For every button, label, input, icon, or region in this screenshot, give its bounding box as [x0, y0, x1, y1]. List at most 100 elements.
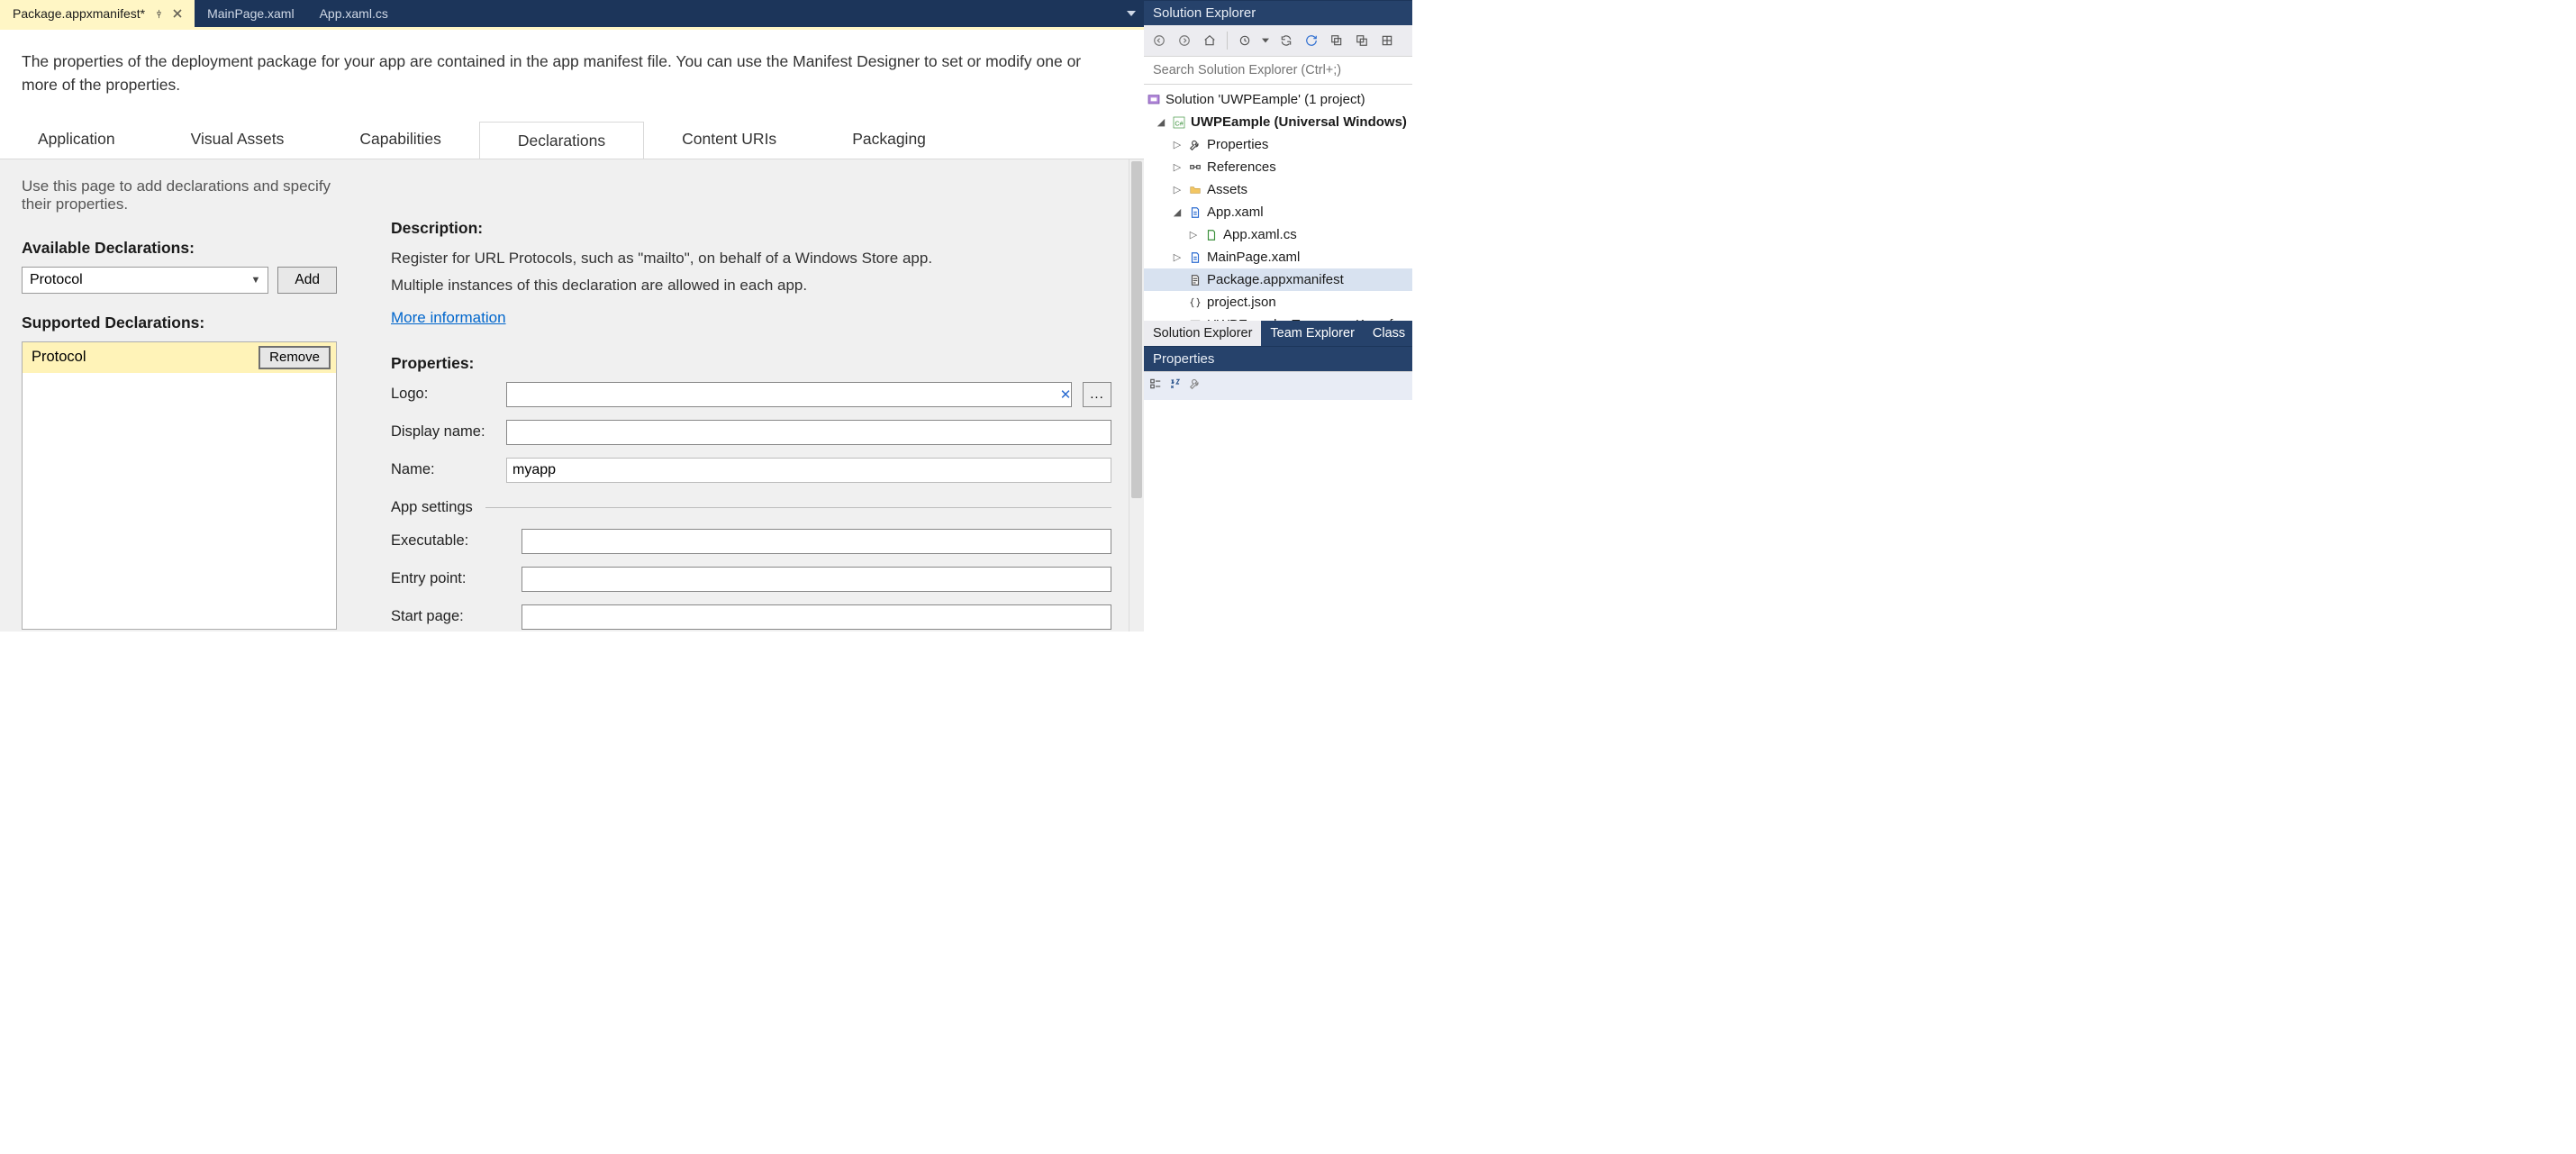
start-page-input[interactable] — [522, 604, 1111, 630]
tree-mainpage-node[interactable]: ▷ MainPage.xaml — [1144, 246, 1412, 268]
tree-project-node[interactable]: ◢ C# UWPEample (Universal Windows) — [1144, 111, 1412, 133]
tree-label: project.json — [1207, 295, 1276, 310]
browse-logo-button[interactable]: ... — [1083, 382, 1111, 407]
tab-mainpage-xaml[interactable]: MainPage.xaml — [195, 0, 307, 27]
solution-explorer-toolbar — [1144, 25, 1412, 56]
tree-label: References — [1207, 159, 1276, 175]
expand-collapse-icon[interactable]: ◢ — [1155, 116, 1167, 128]
properties-title: Properties: — [391, 354, 1111, 373]
tree-manifest-node[interactable]: Package.appxmanifest — [1144, 268, 1412, 291]
add-declaration-button[interactable]: Add — [277, 267, 337, 294]
scrollbar-thumb[interactable] — [1131, 161, 1142, 498]
vertical-scrollbar[interactable] — [1129, 159, 1144, 632]
tree-appxamlcs-node[interactable]: ▷ App.xaml.cs — [1144, 223, 1412, 246]
nav-forward-icon[interactable] — [1175, 31, 1194, 50]
alphabetical-icon[interactable] — [1169, 377, 1182, 395]
inner-tab-capabilities[interactable]: Capabilities — [322, 121, 478, 159]
expand-collapse-icon[interactable]: ▷ — [1187, 229, 1200, 241]
bottom-tab-class-view[interactable]: Class — [1364, 321, 1412, 346]
tab-label: MainPage.xaml — [207, 6, 295, 21]
inner-tab-content-uris[interactable]: Content URIs — [644, 121, 814, 159]
properties-section: Properties: Logo: ✕ ... Display name: Na… — [391, 354, 1111, 630]
references-icon — [1187, 159, 1203, 176]
inner-tab-application[interactable]: Application — [0, 121, 153, 159]
property-row-executable: Executable: — [391, 529, 1111, 554]
tree-label: Assets — [1207, 182, 1247, 197]
expand-collapse-icon[interactable]: ▷ — [1171, 184, 1184, 195]
inner-tab-label: Packaging — [852, 130, 926, 148]
available-declarations-combo[interactable]: Protocol ▼ — [22, 267, 268, 294]
tree-projectjson-node[interactable]: project.json — [1144, 291, 1412, 313]
entry-point-input[interactable] — [522, 567, 1111, 592]
inner-tab-visual-assets[interactable]: Visual Assets — [153, 121, 322, 159]
close-icon[interactable] — [173, 9, 182, 18]
tab-label: Team Explorer — [1270, 326, 1354, 341]
divider — [485, 507, 1111, 508]
property-row-logo: Logo: ✕ ... — [391, 382, 1111, 407]
show-all-files-icon[interactable] — [1352, 31, 1372, 50]
nav-back-icon[interactable] — [1149, 31, 1169, 50]
more-information-link[interactable]: More information — [391, 306, 506, 330]
remove-declaration-button[interactable]: Remove — [259, 346, 331, 369]
supported-declaration-item[interactable]: Protocol Remove — [23, 342, 336, 373]
expand-collapse-icon[interactable]: ▷ — [1171, 139, 1184, 150]
display-name-input[interactable] — [506, 420, 1111, 445]
tab-label: App.xaml.cs — [320, 6, 388, 21]
bottom-tab-team-explorer[interactable]: Team Explorer — [1261, 321, 1363, 346]
collapse-all-icon[interactable] — [1327, 31, 1347, 50]
inner-tab-packaging[interactable]: Packaging — [814, 121, 964, 159]
pin-icon[interactable] — [154, 9, 164, 19]
refresh-icon[interactable] — [1302, 31, 1321, 50]
description-body: Register for URL Protocols, such as "mai… — [391, 247, 1111, 331]
name-input[interactable] — [506, 458, 1111, 483]
pending-changes-icon[interactable] — [1235, 31, 1255, 50]
home-icon[interactable] — [1200, 31, 1220, 50]
panel-title: Solution Explorer — [1153, 5, 1256, 21]
property-row-name: Name: — [391, 458, 1111, 483]
wrench-icon[interactable] — [1189, 377, 1202, 395]
side-column: Solution Explorer Solution 'UWPEample' (… — [1144, 0, 1412, 632]
supported-declarations-list[interactable]: Protocol Remove — [22, 341, 337, 630]
tree-assets-node[interactable]: ▷ Assets — [1144, 178, 1412, 201]
inner-tab-label: Application — [38, 130, 115, 148]
tab-label: Class — [1373, 326, 1405, 341]
expand-collapse-icon[interactable]: ◢ — [1171, 206, 1184, 218]
tree-solution-node[interactable]: Solution 'UWPEample' (1 project) — [1144, 88, 1412, 111]
tree-label: Solution 'UWPEample' (1 project) — [1166, 92, 1365, 107]
declarations-right-col: Description: Register for URL Protocols,… — [391, 177, 1111, 632]
solution-icon — [1146, 92, 1162, 108]
button-label: Remove — [269, 350, 320, 365]
tree-label: App.xaml.cs — [1223, 227, 1297, 242]
logo-input[interactable] — [506, 382, 1072, 407]
chevron-down-icon[interactable] — [1260, 31, 1271, 50]
solution-tree[interactable]: Solution 'UWPEample' (1 project) ◢ C# UW… — [1144, 85, 1412, 321]
expand-collapse-icon[interactable]: ▷ — [1171, 251, 1184, 263]
clear-icon[interactable]: ✕ — [1057, 386, 1074, 403]
property-label: Display name: — [391, 423, 497, 441]
manifest-file-icon — [1187, 272, 1203, 288]
inner-tab-declarations[interactable]: Declarations — [479, 122, 644, 159]
tab-app-xaml-cs[interactable]: App.xaml.cs — [307, 0, 401, 27]
expand-collapse-icon[interactable]: ▷ — [1171, 161, 1184, 173]
tree-tempkey-node[interactable]: UWPEample_TemporaryKey.pfx — [1144, 313, 1412, 321]
sync-icon[interactable] — [1276, 31, 1296, 50]
manifest-body: The properties of the deployment package… — [0, 27, 1144, 632]
manifest-intro-text: The properties of the deployment package… — [0, 30, 1117, 104]
link-label: More information — [391, 309, 506, 326]
bottom-tab-solution-explorer[interactable]: Solution Explorer — [1144, 321, 1261, 346]
json-file-icon — [1187, 295, 1203, 311]
tree-label: UWPEample (Universal Windows) — [1191, 114, 1407, 130]
button-label: Add — [295, 272, 320, 288]
tab-package-appxmanifest[interactable]: Package.appxmanifest* — [0, 0, 195, 27]
solution-explorer-search-input[interactable] — [1144, 57, 1412, 84]
tree-appxaml-node[interactable]: ◢ App.xaml — [1144, 201, 1412, 223]
executable-input[interactable] — [522, 529, 1111, 554]
available-declarations-row: Protocol ▼ Add — [22, 267, 337, 294]
tree-properties-node[interactable]: ▷ Properties — [1144, 133, 1412, 156]
tabstrip-overflow-button[interactable] — [1119, 0, 1144, 27]
tabstrip-spacer — [401, 0, 1119, 27]
cs-file-icon — [1203, 227, 1220, 243]
categorized-icon[interactable] — [1149, 377, 1162, 395]
tree-references-node[interactable]: ▷ References — [1144, 156, 1412, 178]
properties-icon[interactable] — [1377, 31, 1397, 50]
